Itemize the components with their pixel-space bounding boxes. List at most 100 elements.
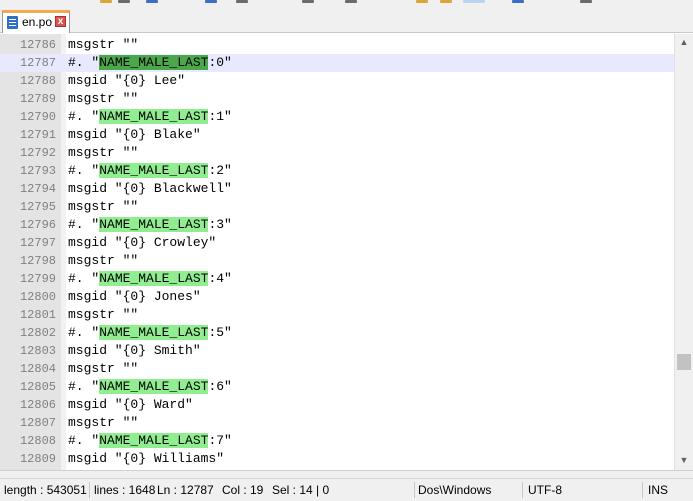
line-number: 12804 [19,362,56,376]
code-line[interactable]: 12800 msgid "{0} Jones" [0,288,674,306]
horizontal-scroll-area[interactable] [0,470,693,478]
code-line[interactable]: 12796 #. "NAME_MALE_LAST:3" [0,216,674,234]
new-file-icon[interactable] [100,0,112,3]
code-text[interactable]: msgstr "" [68,360,138,378]
code-text[interactable]: msgstr "" [68,36,138,54]
line-number: 12799 [19,272,56,286]
code-text[interactable]: #. "NAME_MALE_LAST:2" [68,162,232,180]
save-icon[interactable] [146,0,158,3]
line-number: 12807 [19,416,56,430]
code-text[interactable]: msgstr "" [68,198,138,216]
code-line[interactable]: 12797 msgid "{0} Crowley" [0,234,674,252]
code-line[interactable]: 12799 #. "NAME_MALE_LAST:4" [0,270,674,288]
code-line[interactable]: 12807 msgstr "" [0,414,674,432]
code-line[interactable]: 12793 #. "NAME_MALE_LAST:2" [0,162,674,180]
code-line[interactable]: 12788 msgid "{0} Lee" [0,72,674,90]
code-line[interactable]: 12795 msgstr "" [0,198,674,216]
line-number: 12797 [19,236,56,250]
vertical-scrollbar[interactable]: ▲ ▼ [674,34,693,470]
code-line[interactable]: 12802 #. "NAME_MALE_LAST:5" [0,324,674,342]
highlighted-token: NAME_MALE_LAST [99,109,209,124]
code-text[interactable]: msgid "{0} Blake" [68,126,201,144]
code-line[interactable]: 12804 msgstr "" [0,360,674,378]
code-text[interactable]: msgid "{0} Williams" [68,450,224,468]
code-text-segment: :1" [208,109,232,124]
code-text[interactable]: #. "NAME_MALE_LAST:3" [68,216,232,234]
code-line[interactable]: 12803 msgid "{0} Smith" [0,342,674,360]
open-file-icon[interactable] [118,0,130,3]
scroll-up-icon[interactable]: ▲ [675,34,693,51]
code-line[interactable]: 12794 msgid "{0} Blackwell" [0,180,674,198]
code-text[interactable]: #. "NAME_MALE_LAST:4" [68,270,232,288]
code-line[interactable]: 12789 msgstr "" [0,90,674,108]
highlighted-token: NAME_MALE_LAST [99,163,209,178]
wrap-icon[interactable] [512,0,524,3]
code-text-segment: #. " [68,325,100,340]
code-text[interactable]: #. "NAME_MALE_LAST:7" [68,432,232,450]
code-text[interactable]: msgid "{0} Blackwell" [68,180,232,198]
cut-icon[interactable] [302,0,314,3]
tab-bar: en.po x [0,6,693,33]
code-text[interactable]: msgstr "" [68,144,138,162]
code-text[interactable]: msgstr "" [68,306,138,324]
line-number: 12792 [19,146,56,160]
code-line[interactable]: 12808 #. "NAME_MALE_LAST:7" [0,432,674,450]
file-icon [7,16,18,29]
text-editor[interactable]: 12786 msgstr "" 12787 #. "NAME_MALE_LAST:0"… [0,34,674,470]
code-text-segment: msgstr "" [68,37,139,52]
code-text[interactable]: msgstr "" [68,90,138,108]
code-text-segment: msgid "{0} Blake" [68,127,201,142]
copy-icon[interactable] [345,0,357,3]
code-text[interactable]: msgid "{0} Lee" [68,72,185,90]
status-divider [89,482,90,498]
code-text-segment: :2" [208,163,232,178]
code-text[interactable]: msgid "{0} Ward" [68,396,193,414]
code-line[interactable]: 12805 #. "NAME_MALE_LAST:6" [0,378,674,396]
code-text[interactable]: #. "NAME_MALE_LAST:1" [68,108,232,126]
code-line[interactable]: 12798 msgstr "" [0,252,674,270]
status-length: length : 543051 [4,483,87,497]
line-number: 12795 [19,200,56,214]
line-number: 12803 [19,344,56,358]
code-text[interactable]: msgstr "" [68,414,138,432]
code-text[interactable]: msgstr "" [68,252,138,270]
code-text-segment: #. " [68,55,100,70]
editor-lines[interactable]: 12786 msgstr "" 12787 #. "NAME_MALE_LAST:0"… [0,36,674,470]
code-line[interactable]: 12792 msgstr "" [0,144,674,162]
line-number: 12806 [19,398,56,412]
close-icon[interactable]: x [55,16,66,27]
code-text-segment: :5" [208,325,232,340]
status-encoding[interactable]: UTF-8 [528,479,608,501]
tab-label: en.po [22,15,53,29]
scroll-down-icon[interactable]: ▼ [675,452,693,469]
status-sel: Sel : 14 | 0 [272,483,330,497]
code-line[interactable]: 12806 msgid "{0} Ward" [0,396,674,414]
code-text-segment: msgstr "" [68,361,139,376]
save-all-icon[interactable] [205,0,217,3]
code-text[interactable]: msgid "{0} Smith" [68,342,201,360]
code-line[interactable]: 12787 #. "NAME_MALE_LAST:0" [0,54,674,72]
code-line[interactable]: 12790 #. "NAME_MALE_LAST:1" [0,108,674,126]
code-text[interactable]: msgid "{0} Crowley" [68,234,216,252]
tab-en-po[interactable]: en.po x [2,10,70,33]
undo-icon[interactable] [416,0,428,3]
redo-icon[interactable] [440,0,452,3]
print-icon[interactable] [236,0,248,3]
macro-icon[interactable] [580,0,592,3]
code-text-segment: msgid "{0} Crowley" [68,235,217,250]
code-line[interactable]: 12791 msgid "{0} Blake" [0,126,674,144]
status-eol[interactable]: Dos\Windows [418,479,510,501]
code-text[interactable]: #. "NAME_MALE_LAST:0" [68,54,232,72]
zoom-icon[interactable] [463,0,485,3]
code-line[interactable]: 12786 msgstr "" [0,36,674,54]
scroll-thumb[interactable] [677,354,691,370]
status-insert-mode[interactable]: INS [648,479,688,501]
code-line[interactable]: 12809 msgid "{0} Williams" [0,450,674,468]
highlighted-token: NAME_MALE_LAST [99,55,209,70]
code-text[interactable]: #. "NAME_MALE_LAST:6" [68,378,232,396]
line-number: 12793 [19,164,56,178]
code-text[interactable]: #. "NAME_MALE_LAST:5" [68,324,232,342]
code-text[interactable]: msgid "{0} Jones" [68,288,201,306]
code-text-segment: msgstr "" [68,415,139,430]
code-line[interactable]: 12801 msgstr "" [0,306,674,324]
